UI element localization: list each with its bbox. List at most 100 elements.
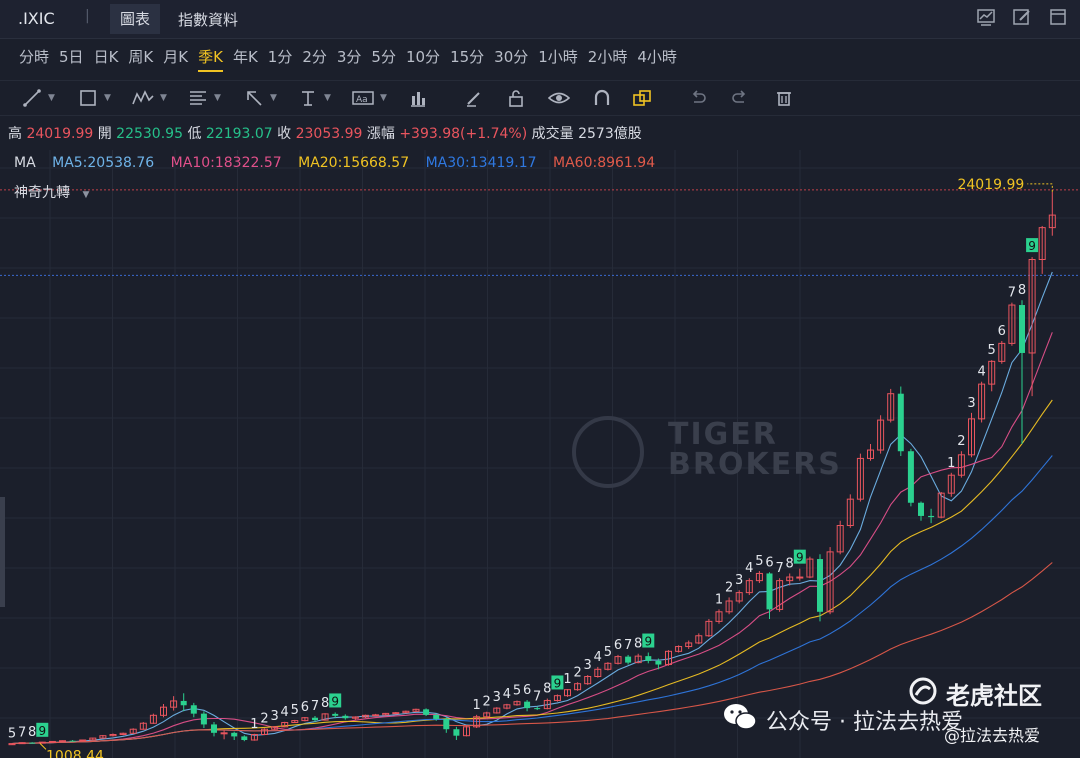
td-mark: 1: [250, 717, 258, 732]
close-label: 收: [277, 126, 292, 142]
text-tool-icon[interactable]: ▼: [298, 87, 331, 109]
period-7[interactable]: 1分: [263, 42, 298, 72]
fibonacci-tool-icon[interactable]: ▼: [188, 87, 221, 109]
brush-icon[interactable]: [464, 87, 484, 109]
copy-icon[interactable]: [632, 87, 652, 109]
td-mark: 7: [1008, 286, 1016, 301]
td-mark: 3: [270, 709, 278, 724]
td-mark: 8: [1018, 283, 1026, 298]
period-14[interactable]: 1小時: [533, 42, 583, 72]
candle-body: [332, 713, 339, 716]
watermark-text: TIGER BROKERS: [668, 420, 842, 480]
low-label: 低: [187, 126, 202, 142]
td-mark: 4: [594, 650, 602, 665]
period-8[interactable]: 2分: [297, 42, 332, 72]
brand-watermark: 老虎社区: [906, 676, 1042, 711]
td-mark: 4: [977, 365, 985, 380]
candlestick-chart[interactable]: 24019.991008.445 7 8 9 1 2 3 4 5 6 7 8 9 1 2 3 4 5 6 78 9 1 2 3…: [0, 150, 1080, 758]
redo-icon[interactable]: [730, 87, 750, 109]
brand-name: 老虎社区: [946, 682, 1042, 710]
period-5[interactable]: 季K: [193, 42, 228, 72]
candle-body: [796, 576, 804, 579]
candle-body: [897, 393, 904, 452]
candle-body: [59, 740, 66, 743]
candle-body: [524, 701, 531, 709]
td-mark: 4: [745, 561, 753, 576]
candle-body: [766, 573, 773, 610]
candle-body: [69, 740, 76, 742]
td-mark: 4: [503, 687, 511, 702]
candle-body: [29, 742, 36, 744]
tab-index-info[interactable]: 指數資料: [178, 9, 238, 30]
scroll-handle[interactable]: [0, 497, 5, 607]
td-mark: 3: [584, 658, 592, 673]
wave-tool-icon[interactable]: ▼: [132, 87, 167, 109]
period-15[interactable]: 2小時: [583, 42, 633, 72]
td-mark: 7: [775, 561, 783, 576]
period-12[interactable]: 15分: [445, 42, 489, 72]
open-label: 開: [97, 126, 112, 142]
td-mark: 7: [18, 725, 26, 740]
td-mark: 6: [614, 638, 622, 653]
period-6[interactable]: 年K: [228, 42, 263, 72]
close-value: 23053.99: [295, 126, 363, 142]
bar-tool-icon[interactable]: [408, 87, 428, 109]
td-mark: 9: [38, 724, 46, 738]
candle-body: [907, 451, 914, 503]
period-13[interactable]: 30分: [489, 42, 533, 72]
ma30-value: MA30:13419.17: [425, 155, 537, 171]
label-tool-icon[interactable]: Aa ▼: [352, 87, 387, 109]
td-mark: 5: [604, 645, 612, 660]
drawing-toolbar: ▼ ▼ ▼ ▼ ▼ ▼ Aa ▼: [0, 80, 1080, 116]
eye-icon[interactable]: [548, 87, 570, 109]
magnet-icon[interactable]: [592, 87, 612, 109]
tiger-logo-watermark-icon: [572, 416, 644, 488]
volume-value: 2573億股: [578, 126, 642, 142]
period-selector: 分時 5日 日K 周K 月K 季K 年K 1分 2分 3分 5分 10分 15分 30分 1小時 2小時 4小時: [0, 42, 1080, 72]
period-3[interactable]: 周K: [123, 42, 158, 72]
undo-icon[interactable]: [688, 87, 708, 109]
td-mark: 3: [967, 396, 975, 411]
chart-settings-icon[interactable]: [976, 7, 996, 27]
ma-label[interactable]: MA: [14, 155, 36, 171]
symbol-title: .IXIC: [18, 9, 55, 28]
trash-icon[interactable]: [774, 87, 794, 109]
indicator-label: 神奇九轉: [14, 185, 70, 201]
period-0[interactable]: 分時: [14, 42, 54, 72]
edit-icon[interactable]: [1012, 7, 1032, 27]
window-icon[interactable]: [1048, 7, 1068, 27]
candle-body: [211, 724, 217, 733]
candle-body: [241, 736, 248, 741]
period-10[interactable]: 5分: [366, 42, 401, 72]
period-2[interactable]: 日K: [89, 42, 124, 72]
low-marker-label: 1008.44: [46, 748, 104, 758]
ma60-value: MA60:8961.94: [553, 155, 656, 171]
candle-body: [392, 712, 400, 715]
title-separator: |: [85, 8, 90, 24]
candle-body: [918, 502, 924, 516]
candle-body: [38, 741, 46, 744]
unlock-icon[interactable]: [506, 87, 526, 109]
period-16[interactable]: 4小時: [632, 42, 682, 72]
candle-body: [1019, 305, 1025, 353]
indicator-selector[interactable]: 神奇九轉 ▼: [14, 182, 89, 202]
td-mark: 2: [483, 695, 491, 710]
rectangle-tool-icon[interactable]: ▼: [78, 87, 111, 109]
td-mark: 5: [755, 554, 763, 569]
td-mark: 1: [472, 698, 480, 713]
td-mark: 9: [1028, 239, 1036, 253]
td-mark: 2: [260, 711, 268, 726]
high-marker-label: 24019.99: [957, 177, 1024, 193]
line-tool-icon[interactable]: ▼: [22, 87, 55, 109]
tab-chart[interactable]: 圖表: [110, 4, 161, 34]
period-9[interactable]: 3分: [332, 42, 367, 72]
period-1[interactable]: 5日: [54, 42, 89, 72]
arrow-tool-icon[interactable]: ▼: [244, 87, 277, 109]
candle-body: [453, 729, 460, 736]
candle-body: [817, 559, 823, 612]
candle-body: [190, 705, 197, 714]
volume-label: 成交量: [531, 126, 574, 142]
period-4[interactable]: 月K: [158, 42, 193, 72]
period-11[interactable]: 10分: [401, 42, 445, 72]
td-mark: 5: [513, 683, 521, 698]
